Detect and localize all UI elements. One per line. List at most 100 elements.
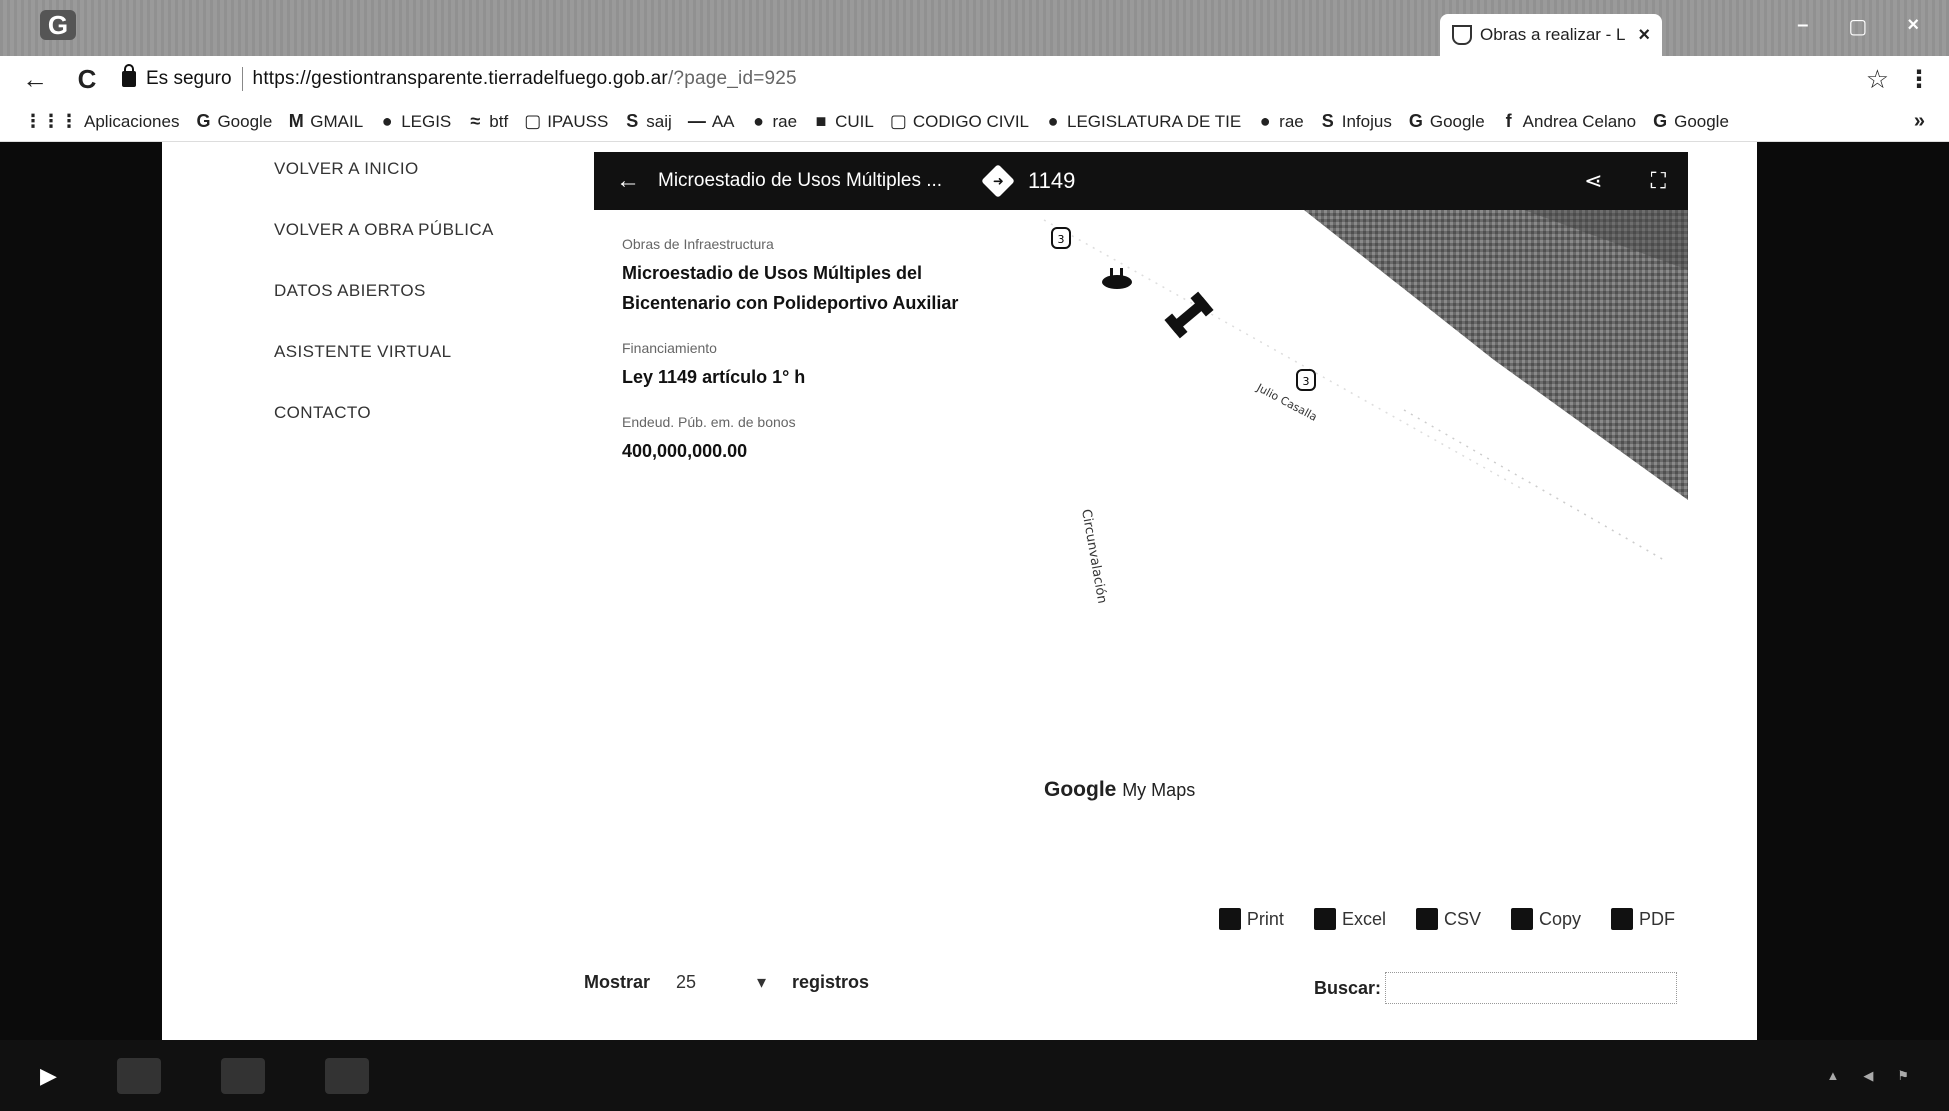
share-icon[interactable]: ⋖ xyxy=(1584,168,1602,194)
site-content: VOLVER A INICIO VOLVER A OBRA PÚBLICA DA… xyxy=(162,142,1757,1040)
bookmark-item[interactable]: ● rae xyxy=(1257,111,1304,132)
menu-item-volver-inicio[interactable]: VOLVER A INICIO xyxy=(274,142,574,203)
route-number-2: 3 xyxy=(1303,375,1310,388)
bookmark-item[interactable]: Ssaij xyxy=(624,111,672,132)
bookmark-item[interactable]: ● rae xyxy=(751,111,798,132)
map-back-arrow-icon[interactable]: ← xyxy=(616,167,640,195)
search-input[interactable] xyxy=(1385,972,1678,1004)
copy-button[interactable]: Copy xyxy=(1510,908,1581,930)
bookmark-item[interactable]: G Google xyxy=(195,111,272,132)
pdf-button[interactable]: PDF xyxy=(1611,908,1675,930)
address-bar[interactable]: Es seguro https://gestiontransparente.ti… xyxy=(122,62,1848,96)
bookmark-item[interactable]: — AA xyxy=(688,111,735,132)
bookmark-icon: ≈ xyxy=(470,111,481,131)
bookmark-icon: ⋮⋮⋮ xyxy=(24,111,78,131)
bookmark-icon: ● xyxy=(753,111,764,131)
records-label: registros xyxy=(792,972,870,992)
bookmark-item[interactable]: M GMAIL xyxy=(288,111,363,132)
tray-volume-icon[interactable]: ◀ xyxy=(1863,1068,1873,1084)
bookmark-icon: — xyxy=(687,111,706,131)
map-number: 1149 xyxy=(1028,168,1076,193)
bookmark-star-icon[interactable]: ☆ xyxy=(1866,64,1889,95)
csv-button[interactable]: CSV xyxy=(1415,908,1481,930)
menu-item-asistente-virtual[interactable]: ASISTENTE VIRTUAL xyxy=(274,325,574,386)
bookmark-item[interactable]: G Google xyxy=(1652,111,1729,132)
map-header: ← Microestadio de Usos Múltiples ... ➜ 1… xyxy=(594,152,1688,210)
bookmark-label: LEGISLATURA DE TIE xyxy=(1067,111,1242,131)
records-length-control: Mostrar 25 ▾ registros xyxy=(584,972,869,993)
taskbar-app-chrome-icon[interactable] xyxy=(220,1057,265,1094)
menu-item-datos-abiertos[interactable]: DATOS ABIERTOS xyxy=(274,264,574,325)
bookmark-item[interactable]: ⋮⋮⋮ Aplicaciones xyxy=(24,111,179,132)
tray-network-icon[interactable]: ▲ xyxy=(1826,1068,1839,1084)
system-tray: ▲ ◀ ⚑ xyxy=(1826,1068,1909,1084)
map-info-panel: Obras de Infraestructura Microestadio de… xyxy=(594,210,1024,822)
maximize-icon[interactable]: ▢ xyxy=(1848,14,1867,39)
os-taskbar: ▶ ▲ ◀ ⚑ xyxy=(0,1040,1949,1111)
copy-icon xyxy=(1510,908,1533,930)
bookmarks-more-icon[interactable]: » xyxy=(1914,110,1925,133)
tab-title: Obras a realizar - L xyxy=(1480,25,1626,44)
bookmark-item[interactable]: G Google xyxy=(1408,111,1485,132)
back-arrow-icon[interactable]: ← xyxy=(18,64,52,95)
bookmark-icon: ■ xyxy=(815,111,827,131)
bookmark-item[interactable]: ● LEGIS xyxy=(379,111,452,132)
bookmark-label: rae xyxy=(772,111,798,131)
print-label: Print xyxy=(1246,908,1284,929)
terrain-area xyxy=(1194,210,1688,500)
records-per-page-select[interactable]: 25 ▾ xyxy=(676,972,766,993)
bookmark-item[interactable]: ≈ btf xyxy=(467,111,508,132)
url-text[interactable]: https://gestiontransparente.tierradelfue… xyxy=(253,68,797,90)
menu-item-volver-obra-publica[interactable]: VOLVER A OBRA PÚBLICA xyxy=(274,203,574,264)
info-value-financiamiento: Ley 1149 artículo 1° h xyxy=(622,367,806,387)
printer-icon xyxy=(1218,908,1241,930)
bookmark-label: Google xyxy=(217,111,273,131)
bookmark-label: rae xyxy=(1279,111,1304,131)
bookmark-icon: ▢ xyxy=(524,111,542,131)
excel-icon xyxy=(1313,908,1336,930)
bookmark-label: Aplicaciones xyxy=(84,111,180,131)
bookmark-label: Google xyxy=(1429,111,1485,131)
excel-label: Excel xyxy=(1341,908,1386,929)
directions-icon[interactable]: ➜ xyxy=(981,164,1015,198)
secure-label: Es seguro xyxy=(146,68,232,89)
reload-icon[interactable]: C xyxy=(70,64,104,95)
minimize-icon[interactable]: – xyxy=(1797,14,1808,39)
copy-label: Copy xyxy=(1538,908,1581,929)
sports-marker-icon[interactable] xyxy=(1164,291,1214,339)
app-logo-icon: G xyxy=(40,10,76,40)
map-graphic: 3 3 Circunvalación Julio Casalla xyxy=(1043,210,1688,605)
bookmark-item[interactable]: ▢ CODIGO CIVIL xyxy=(890,111,1029,132)
print-button[interactable]: Print xyxy=(1218,908,1284,930)
bookmark-item[interactable]: ● LEGISLATURA DE TIE xyxy=(1045,111,1242,132)
chevron-down-icon: ▾ xyxy=(756,972,767,992)
tab-close-icon[interactable]: × xyxy=(1638,24,1650,47)
page-viewport: VOLVER A INICIO VOLVER A OBRA PÚBLICA DA… xyxy=(0,142,1949,1040)
browser-menu-icon[interactable]: ⋮ xyxy=(1907,65,1931,94)
bookmark-item[interactable]: ■ CUIL xyxy=(813,111,874,132)
bookmarks-bar: ⋮⋮⋮ Aplicaciones G Google M GMAIL ● LEGIS ≈ btf ▢ I… xyxy=(0,102,1949,142)
bookmark-icon: ▢ xyxy=(889,111,907,131)
map-canvas[interactable]: 3 3 Circunvalación Julio Casalla Google … xyxy=(1024,210,1688,822)
fullscreen-icon[interactable]: ⛶ xyxy=(1651,168,1666,194)
taskbar-app-media-icon[interactable] xyxy=(324,1057,369,1094)
street-label-circunvalacion: Circunvalación xyxy=(1078,508,1109,605)
info-label-financiamiento: Financiamiento xyxy=(622,340,717,356)
bookmark-item[interactable]: ▢ IPAUSS xyxy=(524,111,608,132)
close-window-icon[interactable]: × xyxy=(1907,14,1919,39)
excel-button[interactable]: Excel xyxy=(1313,908,1386,930)
start-button-icon[interactable]: ▶ xyxy=(40,1063,57,1089)
bookmark-item[interactable]: f Andrea Celano xyxy=(1501,111,1636,132)
stadium-marker-icon[interactable] xyxy=(1102,275,1132,289)
tab-favicon-icon xyxy=(1452,25,1472,45)
menu-item-contacto[interactable]: CONTACTO xyxy=(274,386,574,447)
bookmark-item[interactable]: S Infojus xyxy=(1320,111,1392,132)
bookmark-label: IPAUSS xyxy=(547,111,609,131)
info-label-obra: Obras de Infraestructura xyxy=(622,236,774,252)
taskbar-app-files-icon[interactable] xyxy=(116,1057,161,1094)
browser-tab[interactable]: Obras a realizar - L × xyxy=(1440,14,1662,56)
side-menu: VOLVER A INICIO VOLVER A OBRA PÚBLICA DA… xyxy=(274,142,574,447)
bookmark-icon: ● xyxy=(1047,111,1059,131)
tray-flag-icon[interactable]: ⚑ xyxy=(1897,1068,1909,1084)
records-per-page-value: 25 xyxy=(676,972,697,992)
